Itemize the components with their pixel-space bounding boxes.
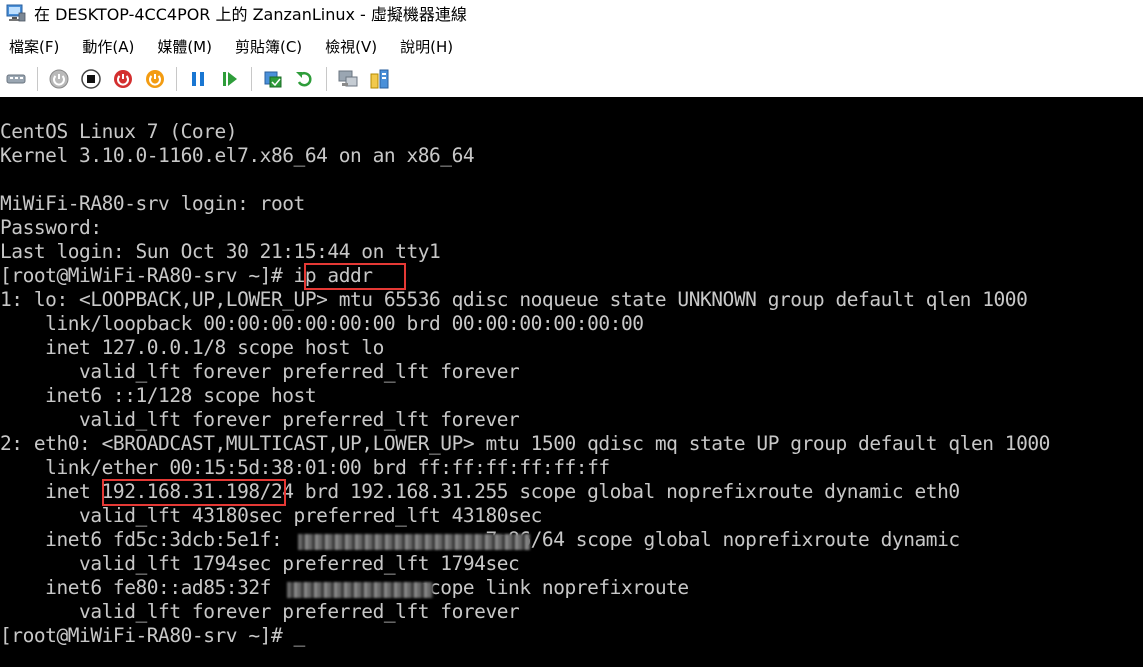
start-icon[interactable] — [48, 68, 70, 90]
console-line: link/loopback 00:00:00:00:00:00 brd 00:0… — [0, 312, 644, 335]
console-line: Last login: Sun Oct 30 21:15:44 on tty1 — [0, 240, 441, 263]
console-line: inet 127.0.0.1/8 scope host lo — [0, 336, 384, 359]
resume-icon[interactable] — [219, 68, 241, 90]
pause-icon[interactable] — [187, 68, 209, 90]
console-line: valid_lft 1794sec preferred_lft 1794sec — [0, 552, 520, 575]
share-icon[interactable] — [369, 68, 391, 90]
enhanced-session-icon[interactable] — [337, 68, 359, 90]
menu-view[interactable]: 檢視(V) — [325, 36, 377, 57]
shutdown-icon[interactable] — [112, 68, 134, 90]
vm-connection-icon — [6, 4, 26, 22]
menu-media[interactable]: 媒體(M) — [157, 36, 212, 57]
console-line: 1: lo: <LOOPBACK,UP,LOWER_UP> mtu 65536 … — [0, 288, 1028, 311]
console-line: link/ether 00:15:5d:38:01:00 brd ff:ff:f… — [0, 456, 610, 479]
console-line: CentOS Linux 7 (Core) — [0, 120, 238, 143]
toolbar-separator — [251, 67, 252, 91]
menu-bar: 檔案(F) 動作(A) 媒體(M) 剪貼簿(C) 檢視(V) 說明(H) — [0, 32, 1143, 60]
menu-file[interactable]: 檔案(F) — [9, 36, 59, 57]
toolbar-separator — [326, 67, 327, 91]
menu-clipboard[interactable]: 剪貼簿(C) — [235, 36, 302, 57]
turn-off-icon[interactable] — [80, 68, 102, 90]
window-title: 在 DESKTOP-4CC4POR 上的 ZanzanLinux - 虛擬機器連… — [34, 5, 467, 24]
console-line: valid_lft forever preferred_lft forever — [0, 408, 520, 431]
vm-console[interactable]: CentOS Linux 7 (Core) Kernel 3.10.0-1160… — [0, 97, 1143, 667]
console-line-command: [root@MiWiFi-RA80-srv ~]# ip addr — [0, 264, 373, 287]
toolbar-separator — [37, 67, 38, 91]
redacted-address — [298, 534, 530, 550]
console-line: valid_lft 43180sec preferred_lft 43180se… — [0, 504, 542, 527]
checkpoint-icon[interactable] — [262, 68, 284, 90]
console-line: Kernel 3.10.0-1160.el7.x86_64 on an x86_… — [0, 144, 475, 167]
title-bar: 在 DESKTOP-4CC4POR 上的 ZanzanLinux - 虛擬機器連… — [0, 0, 1143, 26]
console-line: MiWiFi-RA80-srv login: root — [0, 192, 305, 215]
console-line: valid_lft forever preferred_lft forever — [0, 600, 520, 623]
menu-help[interactable]: 說明(H) — [400, 36, 453, 57]
console-line: inet6 ::1/128 scope host — [0, 384, 317, 407]
revert-icon[interactable] — [294, 68, 316, 90]
save-icon[interactable] — [144, 68, 166, 90]
ctrl-alt-del-icon[interactable] — [5, 68, 27, 90]
menu-action[interactable]: 動作(A) — [82, 36, 134, 57]
console-line: valid_lft forever preferred_lft forever — [0, 360, 520, 383]
toolbar — [0, 64, 1143, 94]
console-line: Password: — [0, 216, 102, 239]
redacted-address — [287, 582, 433, 598]
console-line-ip: inet 192.168.31.198/24 brd 192.168.31.25… — [0, 480, 960, 503]
console-line-prompt: [root@MiWiFi-RA80-srv ~]# _ — [0, 624, 305, 647]
console-line: 2: eth0: <BROADCAST,MULTICAST,UP,LOWER_U… — [0, 432, 1050, 455]
toolbar-separator — [176, 67, 177, 91]
